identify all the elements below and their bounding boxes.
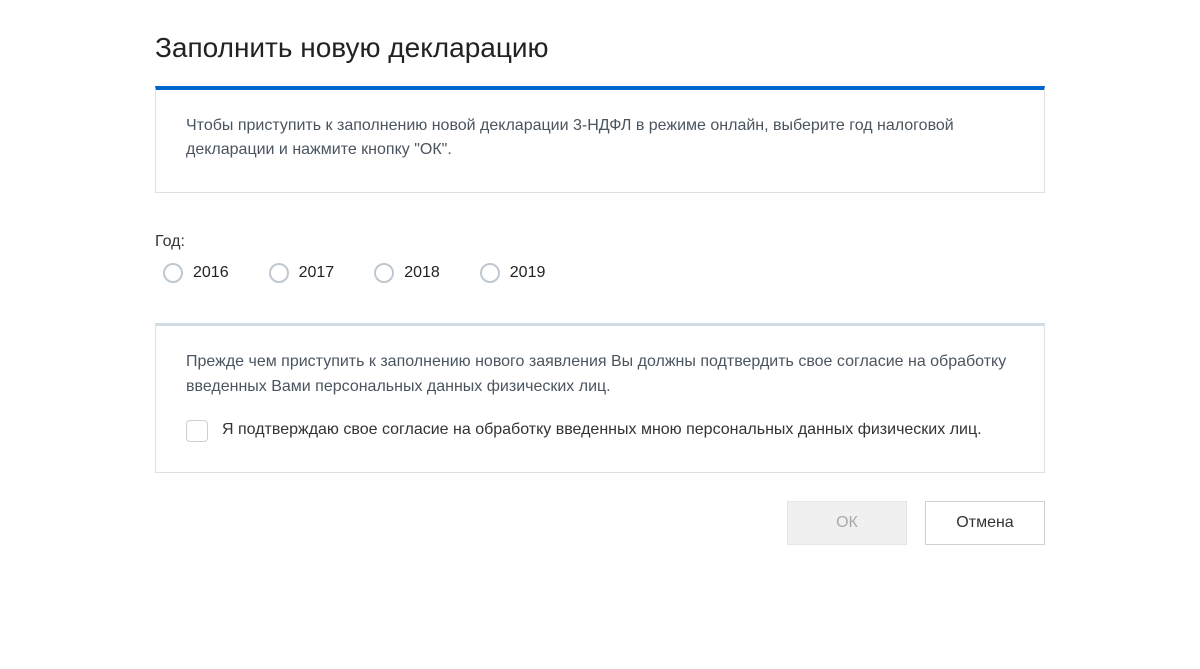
- radio-icon: [163, 263, 183, 283]
- consent-intro: Прежде чем приступить к заполнению новог…: [186, 350, 1014, 400]
- year-radio-group: 2016 2017 2018 2019: [155, 263, 1045, 283]
- year-radio-2016[interactable]: 2016: [163, 263, 229, 283]
- cancel-button[interactable]: Отмена: [925, 501, 1045, 545]
- year-label: Год:: [155, 233, 1045, 251]
- info-box: Чтобы приступить к заполнению новой декл…: [155, 86, 1045, 193]
- page-title: Заполнить новую декларацию: [155, 32, 1045, 64]
- year-section: Год: 2016 2017 2018 2019: [155, 233, 1045, 283]
- year-radio-2018[interactable]: 2018: [374, 263, 440, 283]
- consent-checkbox-label: Я подтверждаю свое согласие на обработку…: [222, 418, 982, 442]
- year-radio-2019[interactable]: 2019: [480, 263, 546, 283]
- consent-checkbox-row: Я подтверждаю свое согласие на обработку…: [186, 418, 1014, 442]
- consent-box: Прежде чем приступить к заполнению новог…: [155, 323, 1045, 473]
- radio-label: 2016: [193, 264, 229, 282]
- info-text: Чтобы приступить к заполнению новой декл…: [186, 114, 1014, 162]
- radio-icon: [480, 263, 500, 283]
- consent-checkbox[interactable]: [186, 420, 208, 442]
- radio-label: 2019: [510, 264, 546, 282]
- ok-button[interactable]: ОК: [787, 501, 907, 545]
- year-radio-2017[interactable]: 2017: [269, 263, 335, 283]
- dialog-container: Заполнить новую декларацию Чтобы приступ…: [0, 0, 1200, 545]
- button-row: ОК Отмена: [155, 501, 1045, 545]
- radio-label: 2017: [299, 264, 335, 282]
- radio-icon: [269, 263, 289, 283]
- radio-icon: [374, 263, 394, 283]
- radio-label: 2018: [404, 264, 440, 282]
